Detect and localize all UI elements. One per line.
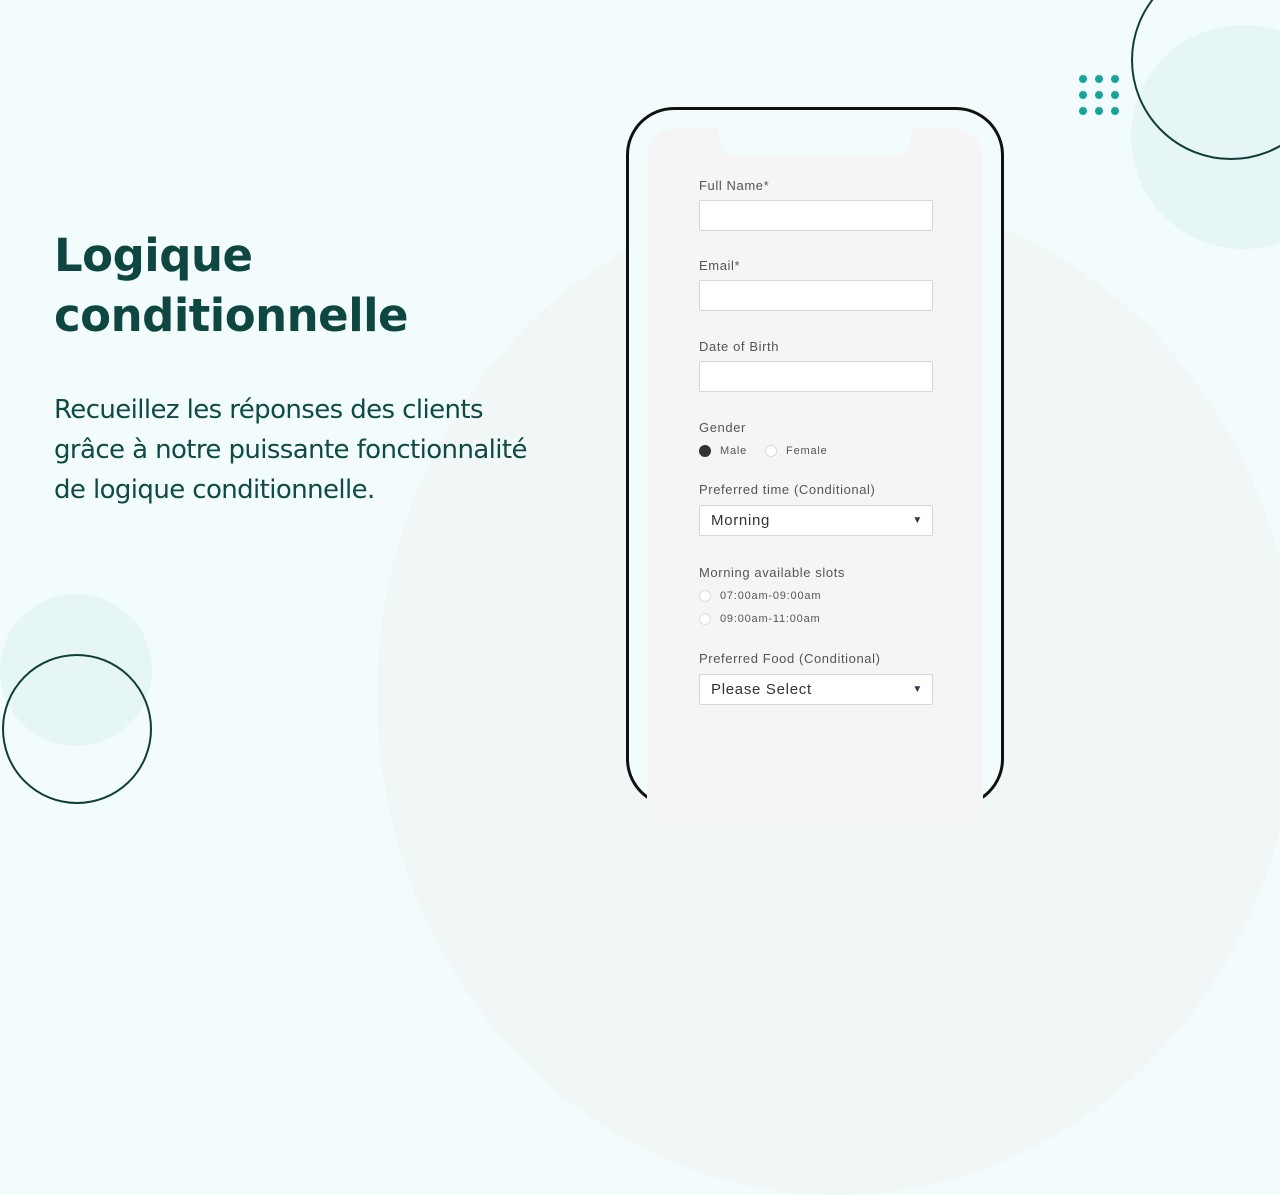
gender-option-male[interactable]: Male xyxy=(699,445,747,457)
hero-description-line-3: de logique conditionnelle. xyxy=(54,475,375,505)
preferred-food-value: Please Select xyxy=(711,681,812,698)
radio-unchecked-icon[interactable] xyxy=(765,445,778,457)
decorative-circle-ring-bottom xyxy=(2,654,152,804)
hero-title: Logique conditionnelle xyxy=(54,226,634,346)
caret-down-icon: ▼ xyxy=(912,684,923,695)
slot-option-label: 09:00am-11:00am xyxy=(720,613,821,625)
phone-screen: Full Name* Email* Date of Birth Gender M… xyxy=(647,128,983,828)
preferred-time-value: Morning xyxy=(711,512,771,529)
radio-unchecked-icon[interactable] xyxy=(699,613,711,625)
email-label: Email* xyxy=(699,258,741,273)
caret-down-icon: ▼ xyxy=(912,515,923,526)
hero-title-line-1: Logique xyxy=(54,229,253,282)
dob-label: Date of Birth xyxy=(699,339,780,354)
preferred-time-select[interactable]: Morning ▼ xyxy=(699,505,933,536)
hero-section: Logique conditionnelle Recueillez les ré… xyxy=(54,226,634,510)
phone-mockup: Full Name* Email* Date of Birth Gender M… xyxy=(626,107,1004,828)
full-name-input[interactable] xyxy=(699,200,933,231)
gender-option-label: Male xyxy=(720,445,748,457)
phone-notch xyxy=(719,128,911,156)
hero-description-line-1: Recueillez les réponses des clients xyxy=(54,395,484,425)
preferred-food-select[interactable]: Please Select ▼ xyxy=(699,674,933,705)
slot-option-label: 07:00am-09:00am xyxy=(720,590,822,602)
hero-description-line-2: grâce à notre puissante fonctionnalité xyxy=(54,435,527,465)
gender-radio-group: Male Female xyxy=(699,445,934,457)
preferred-food-label: Preferred Food (Conditional) xyxy=(699,651,881,666)
slot-option-2[interactable]: 09:00am-11:00am xyxy=(699,613,934,625)
preferred-time-label: Preferred time (Conditional) xyxy=(699,482,876,497)
gender-label: Gender xyxy=(699,420,746,435)
morning-slots-label: Morning available slots xyxy=(699,565,846,580)
slot-option-1[interactable]: 07:00am-09:00am xyxy=(699,590,934,602)
dot-grid-icon xyxy=(1079,75,1119,115)
contact-form: Full Name* Email* Date of Birth Gender M… xyxy=(699,178,934,705)
gender-option-female[interactable]: Female xyxy=(765,445,827,457)
radio-unchecked-icon[interactable] xyxy=(699,590,711,602)
date-of-birth-input[interactable] xyxy=(699,361,933,392)
email-input[interactable] xyxy=(699,280,933,311)
gender-option-label: Female xyxy=(786,445,828,457)
hero-description: Recueillez les réponses des clients grâc… xyxy=(54,390,634,510)
radio-checked-icon[interactable] xyxy=(699,445,711,457)
full-name-label: Full Name* xyxy=(699,178,770,193)
hero-title-line-2: conditionnelle xyxy=(54,289,409,342)
